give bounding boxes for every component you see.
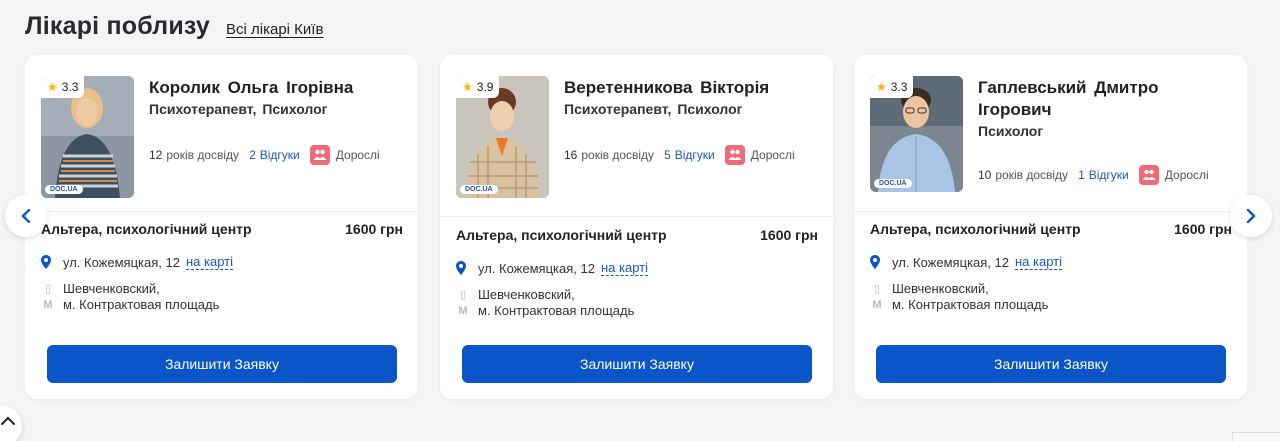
reviews-link[interactable]: 5 Відгуки (664, 148, 715, 162)
carousel-next-button[interactable] (1230, 195, 1272, 237)
address-row: ул. Кожемяцкая, 12 на карті (456, 260, 648, 276)
docua-logo: DOC.UA (460, 185, 498, 194)
address: ул. Кожемяцкая, 12 (892, 254, 1009, 270)
carousel-prev-button[interactable] (5, 195, 47, 237)
clinic-name[interactable]: Альтера, психологічний центр (870, 221, 1081, 237)
map-icon: ▯ (873, 283, 881, 295)
doctor-name[interactable]: Гаплевський Дмитро Ігорович (978, 77, 1228, 121)
metro-icon: M (458, 305, 468, 317)
rating-badge: ★ 3.3 (870, 76, 914, 98)
star-icon: ★ (47, 80, 58, 94)
adults-icon (1138, 165, 1159, 185)
adults-icon (724, 145, 745, 165)
metro: м. Контрактовая площадь (892, 297, 1049, 312)
district: Шевченковский, (892, 281, 989, 296)
rating-value: 3.9 (476, 80, 494, 94)
experience-years: 16 (564, 148, 578, 162)
map-link[interactable]: на карті (600, 260, 648, 276)
doctor-name[interactable]: Веретенникова Вікторія (564, 77, 814, 99)
doctor-meta: 16 років досвіду 5 Відгуки Дорослі (564, 145, 795, 165)
price: 1600 грн (1174, 221, 1232, 237)
map-link[interactable]: на карті (185, 254, 233, 270)
address: ул. Кожемяцкая, 12 (63, 254, 180, 270)
doctor-card: ★ 3.3 DOC.UA Гаплевський Дмитро Ігорович… (854, 55, 1247, 399)
rating-badge: ★ 3.3 (41, 76, 85, 98)
clinic-name[interactable]: Альтера, психологічний центр (456, 227, 667, 243)
doctor-photo[interactable]: ★ 3.3 DOC.UA (41, 76, 134, 198)
divider (440, 216, 833, 217)
district: Шевченковский, (478, 287, 575, 302)
metro: м. Контрактовая площадь (478, 303, 635, 318)
map-icon: ▯ (44, 283, 52, 295)
district: Шевченковский, (63, 281, 160, 296)
age-group: Дорослі (1164, 168, 1209, 182)
clinic-name[interactable]: Альтера, психологічний центр (41, 221, 252, 237)
experience-label: років досвіду (581, 148, 655, 162)
metro-icon: M (43, 299, 53, 311)
chevron-right-icon (1246, 209, 1256, 223)
doctor-meta: 10 років досвіду 1 Відгуки Дорослі (978, 165, 1209, 185)
star-icon: ★ (876, 80, 887, 94)
district-info: ▯ Шевченковский, Mм. Контрактовая площадь (456, 287, 634, 319)
section-header: Лікарі поблизу Всі лікарі Київ (25, 12, 323, 41)
map-icon: ▯ (459, 289, 467, 301)
address-row: ул. Кожемяцкая, 12 на карті (870, 254, 1062, 270)
recaptcha-badge[interactable] (1232, 432, 1280, 441)
location-pin-icon (41, 255, 55, 269)
chevron-left-icon (21, 209, 31, 223)
all-doctors-link[interactable]: Всі лікарі Київ (226, 21, 323, 38)
age-group: Дорослі (335, 148, 380, 162)
rating-value: 3.3 (890, 80, 908, 94)
location-pin-icon (870, 255, 884, 269)
district-info: ▯ Шевченковский, Mм. Контрактовая площадь (870, 281, 1048, 313)
clinic-row: Альтера, психологічний центр 1600 грн (870, 221, 1232, 237)
leave-request-button[interactable]: Залишити Заявку (462, 345, 812, 383)
age-group: Дорослі (750, 148, 795, 162)
adults-icon (309, 145, 330, 165)
doctor-name[interactable]: Королик Ольга Ігорівна (149, 77, 399, 99)
experience-label: років досвіду (995, 168, 1069, 182)
address: ул. Кожемяцкая, 12 (478, 260, 595, 276)
divider (854, 211, 1247, 212)
docua-logo: DOC.UA (45, 185, 83, 194)
rating-value: 3.3 (61, 80, 79, 94)
doctor-specialties: Психолог (978, 123, 1044, 139)
doctor-specialties: Психотерапевт, Психолог (564, 101, 743, 117)
doctor-card: ★ 3.9 DOC.UA Веретенникова Вікторія Псих… (440, 55, 833, 399)
experience-years: 10 (978, 168, 992, 182)
doctor-card: ★ 3.3 DOC.UA Королик Ольга Ігорівна Псих… (25, 55, 418, 399)
scroll-to-top-button[interactable] (0, 405, 22, 441)
reviews-link[interactable]: 1 Відгуки (1078, 168, 1129, 182)
chevron-up-icon (1, 416, 15, 425)
doctor-meta: 12 років досвіду 2 Відгуки Дорослі (149, 145, 380, 165)
star-icon: ★ (462, 80, 473, 94)
clinic-row: Альтера, психологічний центр 1600 грн (456, 227, 818, 243)
reviews-link[interactable]: 2 Відгуки (249, 148, 300, 162)
doctor-photo[interactable]: ★ 3.3 DOC.UA (870, 76, 963, 192)
docua-logo: DOC.UA (874, 179, 912, 188)
district-info: ▯ Шевченковский, Mм. Контрактовая площадь (41, 281, 219, 313)
map-link[interactable]: на карті (1014, 254, 1062, 270)
page-title: Лікарі поблизу (25, 12, 211, 40)
leave-request-button[interactable]: Залишити Заявку (876, 345, 1226, 383)
leave-request-button[interactable]: Залишити Заявку (47, 345, 397, 383)
price: 1600 грн (760, 227, 818, 243)
metro: м. Контрактовая площадь (63, 297, 220, 312)
experience-label: років досвіду (166, 148, 240, 162)
metro-icon: M (872, 299, 882, 311)
divider (25, 211, 418, 212)
clinic-row: Альтера, психологічний центр 1600 грн (41, 221, 403, 237)
doctor-photo[interactable]: ★ 3.9 DOC.UA (456, 76, 549, 198)
location-pin-icon (456, 261, 470, 275)
price: 1600 грн (345, 221, 403, 237)
rating-badge: ★ 3.9 (456, 76, 500, 98)
address-row: ул. Кожемяцкая, 12 на карті (41, 254, 233, 270)
experience-years: 12 (149, 148, 163, 162)
doctor-specialties: Психотерапевт, Психолог (149, 101, 328, 117)
